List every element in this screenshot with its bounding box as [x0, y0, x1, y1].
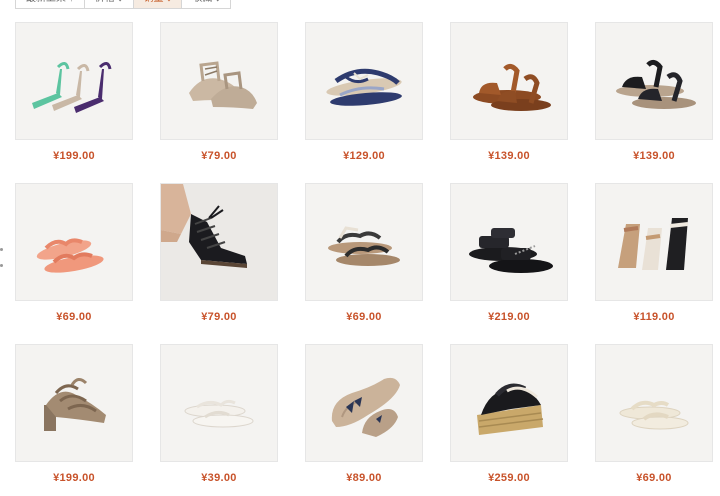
product-card[interactable]: ¥219.00: [450, 183, 568, 323]
product-image[interactable]: [595, 22, 713, 140]
product-image[interactable]: [160, 22, 278, 140]
product-image[interactable]: [15, 22, 133, 140]
brown-ankle-strap-sandal-icon: [473, 63, 551, 111]
pink-jelly-flip-flop-icon: [36, 238, 104, 273]
product-image[interactable]: [305, 183, 423, 301]
strappy-heel-sandals-icon: [32, 62, 112, 113]
beaded-thong-sandal-icon: [326, 68, 402, 106]
sort-tab-favorites[interactable]: 收藏 ↓: [182, 0, 232, 9]
black-sport-sandal-icon: [469, 228, 553, 273]
edge-scroll-dot: [0, 264, 3, 267]
product-image[interactable]: [450, 22, 568, 140]
product-card[interactable]: ¥39.00: [160, 344, 278, 484]
product-image[interactable]: [595, 344, 713, 462]
product-listing-page: 最新上架 ↑ 价格 ↕ 销量 ↓ 收藏 ↓ ¥199: [0, 0, 720, 496]
product-card[interactable]: ¥69.00: [595, 344, 713, 484]
product-price[interactable]: ¥39.00: [160, 472, 278, 484]
product-card[interactable]: ¥79.00: [160, 22, 278, 162]
product-card[interactable]: ¥199.00: [15, 22, 133, 162]
product-price[interactable]: ¥69.00: [305, 311, 423, 323]
product-grid: ¥199.00 ¥79.00 ¥129.00 ¥139.00 ¥139.00 ¥…: [15, 22, 720, 484]
product-price[interactable]: ¥69.00: [595, 472, 713, 484]
caged-block-heel-icon: [44, 378, 106, 431]
edge-scroll-dot: [0, 248, 3, 251]
product-card[interactable]: ¥199.00: [15, 344, 133, 484]
black-lace-up-gladiator-icon: [161, 184, 277, 300]
product-price[interactable]: ¥259.00: [450, 472, 568, 484]
product-image[interactable]: [15, 344, 133, 462]
product-image[interactable]: [15, 183, 133, 301]
product-card[interactable]: ¥129.00: [305, 22, 423, 162]
product-card[interactable]: ¥139.00: [595, 22, 713, 162]
lace-up-flat-sandal-icon: [189, 61, 257, 109]
espadrille-wedge-icon: [477, 383, 544, 435]
braided-flat-sandal-icon: [328, 226, 400, 266]
product-price[interactable]: ¥89.00: [305, 472, 423, 484]
product-card[interactable]: ¥119.00: [595, 183, 713, 323]
sort-tab-sales[interactable]: 销量 ↓: [133, 0, 183, 9]
product-price[interactable]: ¥79.00: [160, 311, 278, 323]
product-price[interactable]: ¥79.00: [160, 150, 278, 162]
white-thong-sandal-icon: [184, 399, 254, 428]
product-image[interactable]: [450, 344, 568, 462]
sort-bar: 最新上架 ↑ 价格 ↕ 销量 ↓ 收藏 ↓: [15, 0, 232, 9]
sort-tab-price[interactable]: 价格 ↕: [84, 0, 134, 9]
sort-tab-newest[interactable]: 最新上架 ↑: [15, 0, 85, 9]
cream-slide-sandal-icon: [619, 400, 689, 430]
product-image[interactable]: [305, 344, 423, 462]
product-card[interactable]: ¥89.00: [305, 344, 423, 484]
product-image[interactable]: [160, 344, 278, 462]
bow-ballet-flat-icon: [331, 377, 400, 437]
product-price[interactable]: ¥129.00: [305, 150, 423, 162]
product-price[interactable]: ¥199.00: [15, 150, 133, 162]
product-price[interactable]: ¥199.00: [15, 472, 133, 484]
product-image[interactable]: [305, 22, 423, 140]
product-price[interactable]: ¥139.00: [450, 150, 568, 162]
product-price[interactable]: ¥219.00: [450, 311, 568, 323]
product-price[interactable]: ¥139.00: [595, 150, 713, 162]
product-card[interactable]: ¥69.00: [15, 183, 133, 323]
product-image[interactable]: [160, 183, 278, 301]
wedge-sandal-trio-icon: [618, 218, 689, 270]
product-image[interactable]: [450, 183, 568, 301]
product-price[interactable]: ¥119.00: [595, 311, 713, 323]
product-price[interactable]: ¥69.00: [15, 311, 133, 323]
product-card[interactable]: ¥259.00: [450, 344, 568, 484]
product-card[interactable]: ¥139.00: [450, 22, 568, 162]
product-card[interactable]: ¥69.00: [305, 183, 423, 323]
product-image[interactable]: [595, 183, 713, 301]
product-card[interactable]: ¥79.00: [160, 183, 278, 323]
black-ankle-strap-sandal-icon: [616, 59, 696, 109]
